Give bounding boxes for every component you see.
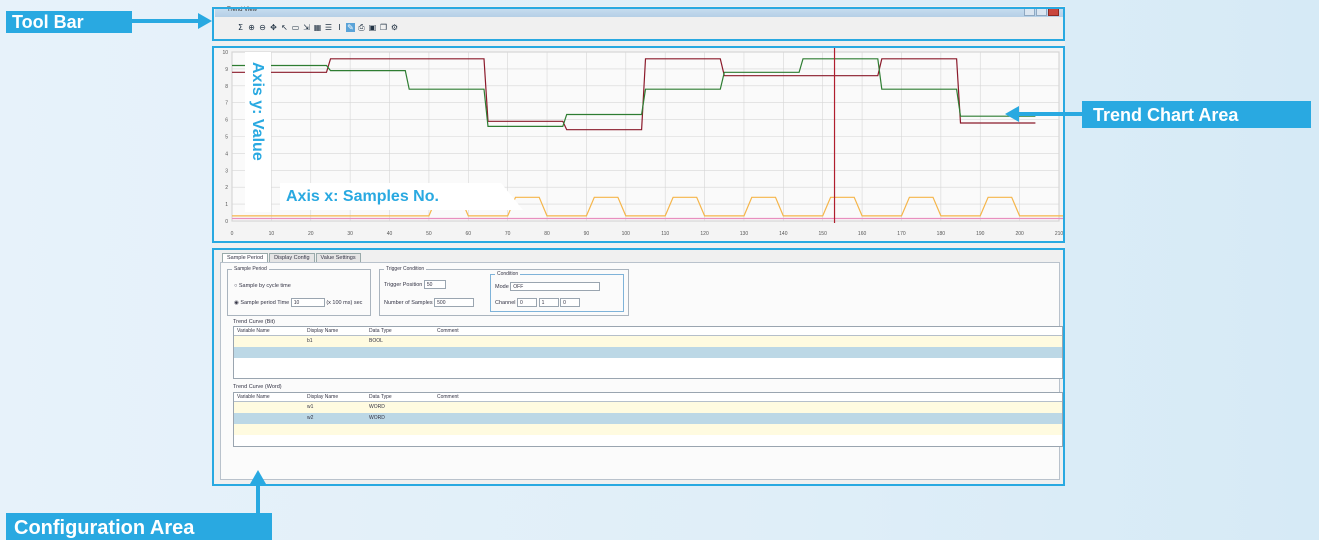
axis-y-callout-text: Axis y: Value (249, 62, 266, 161)
trend-arrowhead (1005, 106, 1019, 122)
config-highlight (212, 248, 1065, 486)
trend-arrow (1018, 112, 1082, 116)
trend-highlight (212, 46, 1065, 243)
trend-chart-callout: Trend Chart Area (1082, 101, 1311, 128)
config-arrow (256, 482, 260, 514)
config-arrowhead (250, 470, 266, 484)
axis-y-callout: Axis y: Value (245, 52, 271, 212)
toolbar-highlight (212, 7, 1065, 41)
axis-x-callout: Axis x: Samples No. (280, 183, 523, 210)
toolbar-arrowhead (198, 13, 212, 29)
toolbar-arrow (132, 19, 200, 23)
toolbar-callout: Tool Bar (6, 11, 132, 33)
configuration-callout: Configuration Area (6, 513, 272, 540)
